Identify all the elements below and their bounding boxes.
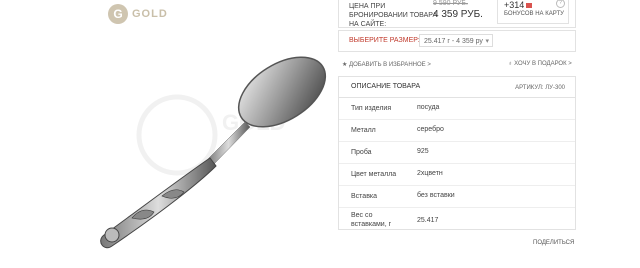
current-price: 4 359 РУБ. bbox=[433, 9, 483, 20]
spec-value: 25.417 bbox=[417, 217, 439, 224]
brand-logo[interactable]: G GOLD bbox=[108, 4, 168, 24]
logo-text: GOLD bbox=[132, 8, 168, 20]
spec-row: Цвет металла 2хцветн bbox=[339, 164, 575, 186]
size-select[interactable]: 25.417 г - 4 359 ру ▾ bbox=[419, 34, 493, 47]
spec-key: Вставка bbox=[351, 193, 378, 200]
spec-row: Вставка без вставки bbox=[339, 186, 575, 208]
spec-key: Металл bbox=[351, 127, 376, 134]
watermark-icon bbox=[136, 94, 218, 176]
gift-wish-link[interactable]: ♁ ХОЧУ В ПОДАРОК > bbox=[508, 61, 572, 67]
spec-key: Тип изделия bbox=[351, 105, 392, 112]
spec-value: посуда bbox=[417, 104, 440, 111]
product-description: ОПИСАНИЕ ТОВАРА АРТИКУЛ: ЛУ-300 Тип изде… bbox=[338, 76, 576, 230]
spec-row: Металл серебро bbox=[339, 120, 575, 142]
spec-row: Тип изделия посуда bbox=[339, 98, 575, 120]
description-title: ОПИСАНИЕ ТОВАРА bbox=[351, 83, 421, 90]
article-number: АРТИКУЛ: ЛУ-300 bbox=[515, 85, 565, 91]
spec-key: Цвет металла bbox=[351, 171, 397, 178]
help-icon[interactable]: ? bbox=[556, 0, 565, 8]
logo-icon: G bbox=[108, 4, 128, 24]
spec-key: Проба bbox=[351, 149, 372, 156]
add-to-favorites-link[interactable]: ★ ДОБАВИТЬ В ИЗБРАННОЕ > bbox=[342, 61, 431, 68]
size-selector-row: ВЫБЕРИТЕ РАЗМЕР: 25.417 г - 4 359 ру ▾ bbox=[338, 30, 576, 52]
spec-value: 925 bbox=[417, 148, 429, 155]
spec-row: Вес со вставками, г 25.417 bbox=[339, 208, 575, 234]
spec-value: серебро bbox=[417, 126, 444, 133]
chevron-down-icon: ▾ bbox=[485, 38, 489, 45]
price-panel: ЦЕНА ПРИ БРОНИРОВАНИИ ТОВАРА НА САЙТЕ: 9… bbox=[338, 0, 576, 28]
description-header: ОПИСАНИЕ ТОВАРА АРТИКУЛ: ЛУ-300 bbox=[339, 77, 575, 98]
size-label: ВЫБЕРИТЕ РАЗМЕР: bbox=[349, 37, 420, 44]
spec-value: 2хцветн bbox=[417, 170, 443, 177]
ornament-icon bbox=[104, 227, 120, 243]
spec-key: Вес со вставками, г bbox=[351, 212, 392, 228]
old-price: 9 590 РУБ. bbox=[433, 0, 468, 7]
size-selected-value: 25.417 г - 4 359 ру bbox=[424, 38, 483, 45]
spec-row: Проба 925 bbox=[339, 142, 575, 164]
share-link[interactable]: ПОДЕЛИТЬСЯ bbox=[533, 240, 574, 246]
bonus-box: +314 БОНУСОВ НА КАРТУ ? bbox=[497, 0, 569, 24]
card-icon bbox=[526, 3, 533, 9]
bonus-value: +314 bbox=[504, 0, 533, 10]
spec-value: без вставки bbox=[417, 192, 455, 199]
product-image[interactable]: GOLD bbox=[82, 30, 342, 260]
price-label: ЦЕНА ПРИ БРОНИРОВАНИИ ТОВАРА НА САЙТЕ: bbox=[349, 3, 438, 28]
bonus-label: БОНУСОВ НА КАРТУ bbox=[504, 11, 564, 17]
